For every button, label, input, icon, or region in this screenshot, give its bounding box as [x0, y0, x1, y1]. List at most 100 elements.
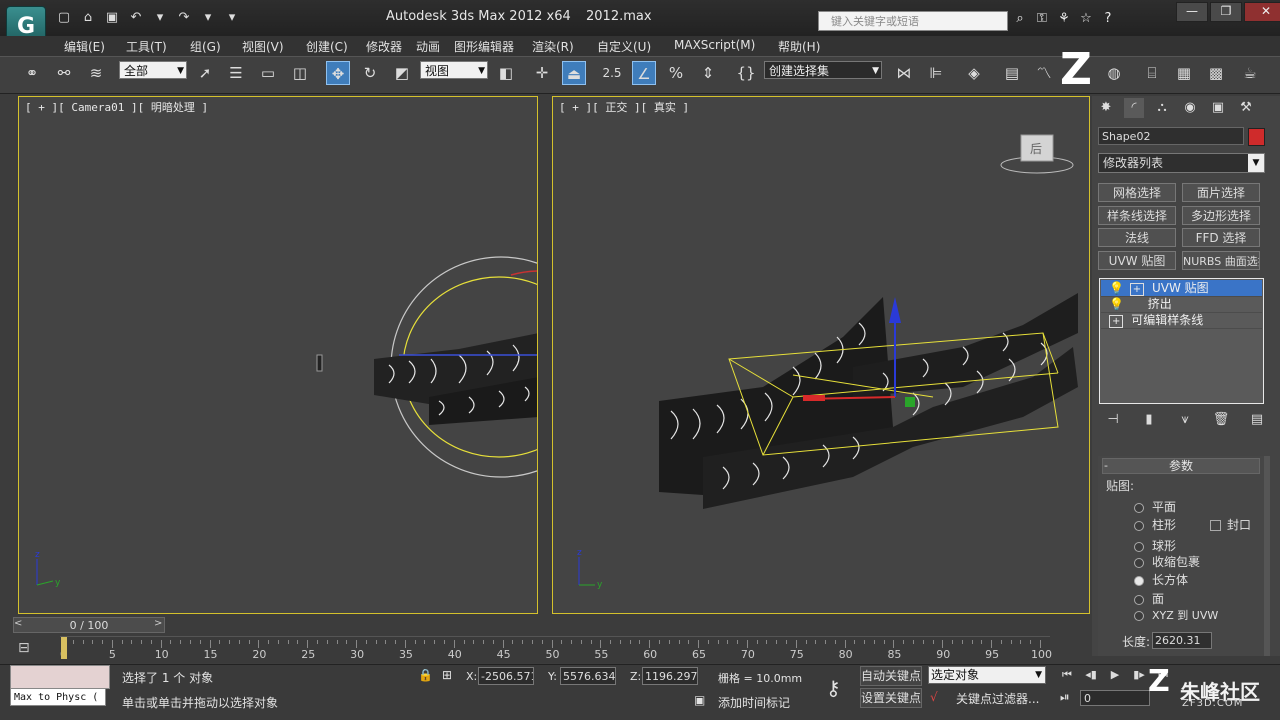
object-name-field[interactable]: Shape02 — [1098, 127, 1244, 145]
hierarchy-tab-icon[interactable]: ⛬ — [1152, 98, 1172, 118]
menu-tools[interactable]: 工具(T) — [126, 38, 167, 55]
percent-snap-icon[interactable]: % — [664, 61, 688, 85]
select-and-rotate-icon[interactable]: ↻ — [358, 61, 382, 85]
current-frame-field[interactable]: 0 — [1080, 690, 1150, 706]
patch-select-button[interactable]: 面片选择 — [1182, 183, 1260, 202]
select-by-name-icon[interactable]: ☰ — [224, 61, 248, 85]
customize-dropdown-icon[interactable]: ▾ — [223, 10, 241, 26]
new-icon[interactable]: ▢ — [55, 10, 73, 26]
play-icon[interactable]: ▶ — [1106, 668, 1124, 682]
subscription-icon[interactable]: ⚿ — [1034, 10, 1050, 28]
set-key-icon[interactable]: ⚷ — [826, 676, 841, 700]
key-mode-icon[interactable]: ⏯ — [1060, 690, 1070, 705]
named-selection-sets-dropdown[interactable]: 创建选择集 ▼ — [764, 61, 882, 79]
modifier-list-dropdown[interactable]: 修改器列表 ▼ — [1098, 153, 1265, 173]
snaps-toggle-icon[interactable]: 2.5 — [600, 61, 624, 85]
previous-frame-icon[interactable]: ◂▮ — [1082, 668, 1100, 682]
menu-animation[interactable]: 动画 — [416, 38, 440, 55]
edit-named-selection-icon[interactable]: {} — [734, 61, 758, 85]
expand-icon[interactable]: + — [1109, 315, 1124, 328]
open-icon[interactable]: ⌂ — [79, 10, 97, 26]
close-button[interactable]: ✕ — [1244, 2, 1280, 22]
menu-help[interactable]: 帮助(H) — [778, 38, 820, 55]
search-input[interactable]: 键入关键字或短语 — [818, 11, 1008, 31]
menu-maxscript[interactable]: MAXScript(M) — [674, 38, 755, 52]
favorites-star-icon[interactable]: ☆ — [1078, 10, 1094, 28]
time-next-icon[interactable]: > — [154, 618, 162, 629]
render-production-icon[interactable]: ▩ — [1204, 61, 1228, 85]
pin-stack-icon[interactable]: ⊣ — [1104, 411, 1122, 429]
mapping-option-shrink-wrap[interactable]: 收缩包裹 — [1134, 553, 1280, 570]
select-and-move-icon[interactable]: ✥ — [326, 61, 350, 85]
curve-editor-icon[interactable]: 〽 — [1032, 61, 1056, 85]
rollout-title[interactable]: 参数 — [1102, 458, 1260, 474]
mapping-option-cylindrical[interactable]: 柱形 — [1134, 516, 1280, 533]
lock-selection-icon[interactable]: 🔒 — [418, 668, 433, 682]
bind-space-warp-icon[interactable]: ≋ — [84, 61, 108, 85]
mirror-icon[interactable]: ⋈ — [892, 61, 916, 85]
reference-coordinate-dropdown[interactable]: 视图 ▼ — [420, 61, 488, 79]
spinner-snap-icon[interactable]: ⇕ — [696, 61, 720, 85]
stack-item-editable-spline[interactable]: + 可编辑样条线 — [1101, 312, 1262, 329]
mesh-select-button[interactable]: 网格选择 — [1098, 183, 1176, 202]
collapse-icon[interactable]: - — [1104, 459, 1108, 472]
z-coordinate-field[interactable]: 1196.297m — [642, 667, 698, 685]
mapping-option-xyz-to-uvw[interactable]: XYZ 到 UVW — [1134, 607, 1280, 623]
remove-modifier-icon[interactable]: 🗑 — [1212, 411, 1230, 429]
menu-edit[interactable]: 编辑(E) — [64, 38, 105, 55]
make-unique-icon[interactable]: ⩛ — [1176, 411, 1194, 429]
rectangle-selection-icon[interactable]: ▭ — [256, 61, 280, 85]
auto-key-button[interactable]: 自动关键点 — [860, 666, 922, 686]
ffd-select-button[interactable]: FFD 选择 — [1182, 228, 1260, 247]
nurbs-surface-select-button[interactable]: NURBS 曲面选择 — [1182, 251, 1260, 270]
mapping-option-box[interactable]: 长方体 — [1134, 571, 1280, 588]
menu-customize[interactable]: 自定义(U) — [597, 38, 651, 55]
show-end-result-icon[interactable]: ▮ — [1140, 411, 1158, 429]
graphite-ribbon-icon[interactable]: ▤ — [1000, 61, 1024, 85]
maxscript-mini-listener[interactable] — [10, 665, 110, 689]
mapping-option-spherical[interactable]: 球形 — [1134, 537, 1280, 554]
command-panel-scrollbar[interactable] — [1264, 456, 1270, 656]
object-color-swatch[interactable] — [1248, 128, 1265, 146]
poly-select-button[interactable]: 多边形选择 — [1182, 206, 1260, 225]
normal-button[interactable]: 法线 — [1098, 228, 1176, 247]
undo-icon[interactable]: ↶ — [127, 10, 145, 26]
uvw-map-button[interactable]: UVW 贴图 — [1098, 251, 1176, 270]
set-key-button[interactable]: 设置关键点 — [860, 688, 922, 708]
add-time-tag-button[interactable]: 添加时间标记 — [718, 694, 790, 711]
stack-item-extrude[interactable]: 💡 挤出 — [1101, 296, 1262, 313]
x-coordinate-field[interactable]: -2506.571 — [478, 667, 534, 685]
expand-icon[interactable]: + — [1129, 283, 1145, 296]
window-crossing-icon[interactable]: ◫ — [288, 61, 312, 85]
key-filters-button[interactable]: 关键点过滤器... — [956, 690, 1039, 707]
viewcube[interactable]: 后 — [1000, 134, 1074, 174]
stack-item-uvw-map[interactable]: 💡 + UVW 贴图 — [1101, 280, 1262, 297]
mapping-option-planar[interactable]: 平面 — [1134, 498, 1280, 515]
lightbulb-icon[interactable]: 💡 — [1109, 281, 1124, 295]
track-bar-toggle-icon[interactable]: ⊟ — [18, 640, 30, 656]
restore-button[interactable]: ❐ — [1210, 2, 1242, 22]
select-and-link-icon[interactable]: ⚭ — [20, 61, 44, 85]
go-to-start-icon[interactable]: ⏮ — [1058, 668, 1076, 682]
viewport-orthographic[interactable]: [ + ][ 正交 ][ 真实 ] 后 z y — [552, 96, 1090, 614]
lightbulb-icon[interactable]: 💡 — [1109, 297, 1124, 311]
render-setup-icon[interactable]: ⌸ — [1140, 61, 1164, 85]
select-and-scale-icon[interactable]: ◩ — [390, 61, 414, 85]
menu-create[interactable]: 创建(C) — [306, 38, 348, 55]
listener-input[interactable]: Max to Physc ( — [10, 688, 106, 706]
configure-modifier-sets-icon[interactable]: ▤ — [1248, 411, 1266, 429]
minimize-button[interactable]: — — [1176, 2, 1208, 22]
selected-set-dropdown[interactable]: 选定对象 ▼ — [928, 666, 1046, 684]
selection-filter-dropdown[interactable]: 全部 ▼ — [119, 61, 187, 79]
manipulate-icon[interactable]: ✛ — [530, 61, 554, 85]
display-tab-icon[interactable]: ▣ — [1208, 98, 1228, 118]
y-coordinate-field[interactable]: 5576.634m — [560, 667, 616, 685]
redo-dropdown-icon[interactable]: ▾ — [199, 10, 217, 26]
time-cursor[interactable] — [61, 637, 67, 659]
time-prev-icon[interactable]: < — [14, 618, 22, 629]
material-editor-icon[interactable]: ◍ — [1102, 61, 1126, 85]
time-slider[interactable]: 0 / 100 — [13, 617, 165, 633]
motion-tab-icon[interactable]: ◉ — [1180, 98, 1200, 118]
utilities-tab-icon[interactable]: ⚒ — [1236, 98, 1256, 118]
unlink-icon[interactable]: ⚯ — [52, 61, 76, 85]
